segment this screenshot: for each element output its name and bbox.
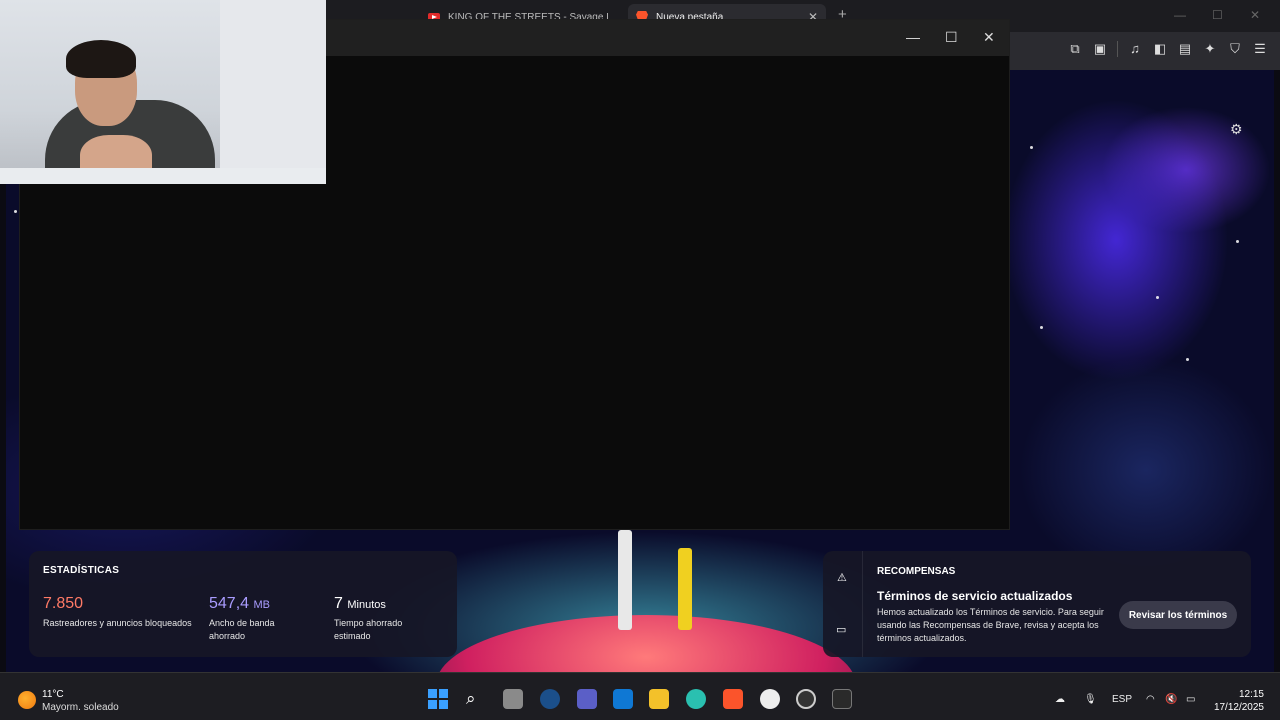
rewards-side-panel: ⚠ ▭ bbox=[823, 551, 863, 657]
rewards-heading: Términos de servicio actualizados bbox=[877, 589, 1073, 603]
settings-gear-icon[interactable]: ⚙ bbox=[1230, 122, 1244, 136]
menu-icon[interactable]: ☰ bbox=[1252, 41, 1268, 57]
time-unit: Minutos bbox=[347, 599, 386, 611]
obs-icon[interactable] bbox=[796, 689, 816, 709]
clock-date[interactable]: 17/12/2025 bbox=[1214, 702, 1264, 713]
microphone-icon[interactable]: 🎙 bbox=[1084, 694, 1097, 705]
webcam-desk bbox=[0, 168, 326, 184]
wallpaper-figure-rick bbox=[618, 530, 632, 630]
wifi-icon[interactable]: ◠ bbox=[1146, 694, 1155, 705]
language-indicator[interactable]: ESP bbox=[1112, 694, 1132, 705]
battery-icon[interactable]: ▭ bbox=[1186, 694, 1195, 705]
clock-time[interactable]: 12:15 bbox=[1239, 689, 1264, 700]
wallet-icon[interactable]: ▤ bbox=[1177, 41, 1193, 57]
terminal-icon[interactable] bbox=[832, 689, 852, 709]
time-value: 7 bbox=[334, 595, 343, 612]
background-star bbox=[1236, 240, 1239, 243]
search-icon[interactable]: ⌕ bbox=[466, 689, 486, 709]
rewards-body: Hemos actualizado los Términos de servic… bbox=[877, 607, 1104, 643]
webcam-feed bbox=[0, 0, 326, 184]
screenshot-icon[interactable]: ▣ bbox=[1092, 41, 1108, 57]
penguin-app-icon[interactable] bbox=[760, 689, 780, 709]
stats-widget: ESTADÍSTICAS 7.850 Rastreadores y anunci… bbox=[29, 551, 457, 657]
file-explorer-task-icon[interactable] bbox=[503, 689, 523, 709]
review-terms-button[interactable]: Revisar los términos bbox=[1119, 601, 1237, 629]
warning-icon: ⚠ bbox=[837, 572, 847, 584]
background-star bbox=[1156, 296, 1159, 299]
extensions-icon[interactable]: ⧉ bbox=[1067, 41, 1083, 57]
close-window-icon[interactable]: ✕ bbox=[1250, 8, 1260, 22]
leo-ai-icon[interactable]: ✦ bbox=[1202, 41, 1218, 57]
bug-app-icon[interactable] bbox=[686, 689, 706, 709]
wallpaper-figure-morty bbox=[678, 548, 692, 630]
stats-title: ESTADÍSTICAS bbox=[43, 565, 120, 576]
background-star bbox=[1040, 326, 1043, 329]
minimize-icon[interactable]: — bbox=[906, 30, 920, 44]
steam-icon[interactable] bbox=[540, 689, 560, 709]
outlook-icon[interactable] bbox=[613, 689, 633, 709]
minimize-icon[interactable]: — bbox=[1174, 8, 1186, 22]
close-icon[interactable]: ✕ bbox=[983, 30, 995, 44]
sidebar-icon[interactable]: ◧ bbox=[1152, 41, 1168, 57]
volume-muted-icon[interactable]: 🔇 bbox=[1165, 694, 1177, 705]
taskbar: 11°C Mayorm. soleado ⌕ ☁ 🎙 ESP ◠ 🔇 ▭ 12:… bbox=[0, 672, 1280, 720]
trackers-count: 7.850 bbox=[43, 595, 84, 612]
shield-icon[interactable]: ⛉ bbox=[1227, 41, 1243, 57]
trackers-label: Rastreadores y anuncios bloqueados bbox=[43, 618, 192, 628]
background-star bbox=[14, 210, 17, 213]
windows-start-icon[interactable] bbox=[428, 689, 448, 709]
weather-sun-icon[interactable] bbox=[18, 691, 36, 709]
bandwidth-value: 547,4 bbox=[209, 595, 250, 612]
weather-description[interactable]: Mayorm. soleado bbox=[42, 702, 119, 713]
time-label: Tiempo ahorrado estimado bbox=[334, 618, 403, 641]
wallpaper-planet bbox=[436, 615, 856, 672]
cloud-icon[interactable]: ☁ bbox=[1055, 694, 1065, 705]
stat-bandwidth: 547,4 MB Ancho de banda ahorrado bbox=[209, 595, 309, 643]
brave-browser-icon[interactable] bbox=[723, 689, 743, 709]
rewards-widget: ⚠ ▭ RECOMPENSAS Términos de servicio act… bbox=[823, 551, 1251, 657]
maximize-icon[interactable]: ☐ bbox=[945, 30, 958, 44]
folder-icon[interactable] bbox=[649, 689, 669, 709]
background-star bbox=[1030, 146, 1033, 149]
weather-temperature[interactable]: 11°C bbox=[42, 689, 64, 700]
toolbar-divider bbox=[1117, 41, 1118, 57]
maximize-icon[interactable]: ☐ bbox=[1212, 8, 1223, 22]
background-star bbox=[1186, 358, 1189, 361]
rewards-card-icon[interactable]: ▭ bbox=[836, 623, 846, 636]
bandwidth-label: Ancho de banda ahorrado bbox=[209, 618, 275, 641]
webcam-person-hair bbox=[66, 40, 136, 78]
stat-trackers: 7.850 Rastreadores y anuncios bloqueados bbox=[43, 595, 193, 630]
music-icon[interactable]: ♫ bbox=[1127, 41, 1143, 57]
bandwidth-unit: MB bbox=[253, 599, 271, 611]
rewards-title: RECOMPENSAS bbox=[877, 566, 956, 577]
stat-time: 7 Minutos Tiempo ahorrado estimado bbox=[334, 595, 434, 643]
teams-icon[interactable] bbox=[577, 689, 597, 709]
webcam-wall bbox=[220, 0, 326, 184]
